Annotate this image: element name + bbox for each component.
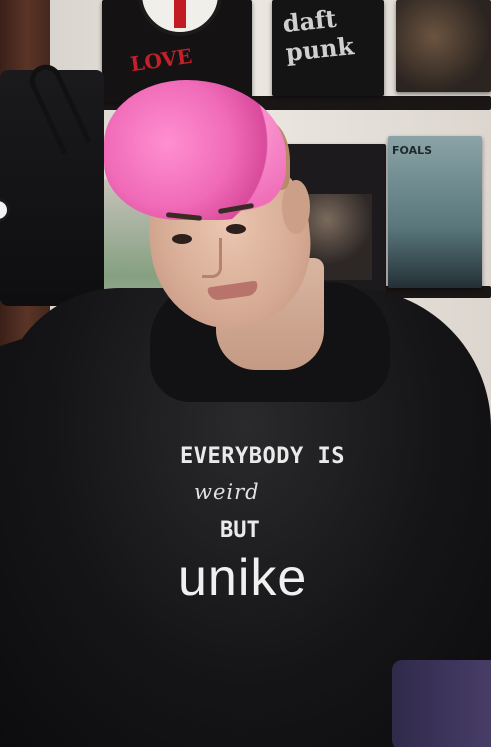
left-eye [172,234,192,244]
purple-sleeve [392,660,491,747]
vinyl-record-3 [396,0,491,92]
hanging-bag [0,59,104,306]
print-line-unike: unike [178,549,308,607]
bag-logo-icon [0,198,10,222]
photo-scene: LOVE daft punk FOALS EVERYBODY IS weird … [0,0,491,747]
record-5-title: FOALS [392,144,433,157]
bag-strap [24,59,92,155]
print-line-but: BUT [220,518,260,543]
record-tie-graphic [174,0,186,28]
vinyl-record-2: daft punk [272,0,384,96]
right-eye [226,224,246,234]
ear [282,180,310,234]
record-1-title: LOVE [128,43,194,77]
record-2-title: daft punk [281,3,356,68]
print-line-weird: weird [194,480,260,504]
nose [202,238,222,278]
vinyl-record-5: FOALS [388,136,482,288]
print-line-everybody-is: EVERYBODY IS [180,444,345,469]
